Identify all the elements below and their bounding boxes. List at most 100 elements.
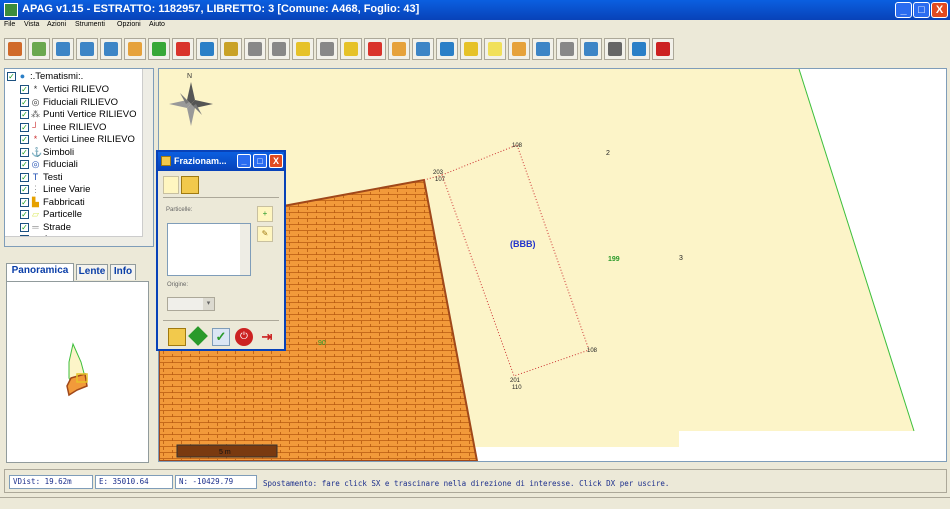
layer-checkbox[interactable]: ✓: [20, 160, 29, 169]
dialog-mode-buttons: [163, 176, 201, 196]
dialog-add-button[interactable]: +: [257, 206, 273, 222]
dialog-parcel-list[interactable]: [167, 223, 251, 276]
layer-label: Fabbricati: [43, 196, 85, 208]
find-button[interactable]: [292, 38, 314, 60]
overview-panel[interactable]: [6, 281, 149, 463]
point-label-108-top: 108: [512, 143, 523, 149]
print-button[interactable]: [604, 38, 626, 60]
title-bar: APAG v1.15 - ESTRATTO: 1182957, LIBRETTO…: [0, 0, 950, 20]
menu-vista[interactable]: Vista: [24, 21, 39, 28]
tools-button[interactable]: [532, 38, 554, 60]
layer-checkbox[interactable]: ✓: [20, 147, 29, 157]
ruler-button[interactable]: [220, 38, 242, 60]
layers-button[interactable]: [340, 38, 362, 60]
dialog-confirm-diamond-button[interactable]: [188, 326, 208, 346]
exit-arrow-icon[interactable]: ⇥: [258, 328, 276, 346]
layer-checkbox[interactable]: ✓: [20, 172, 29, 182]
zoom-out-button[interactable]: [76, 38, 98, 60]
layer-checkbox[interactable]: ✓: [20, 85, 29, 94]
zoom-window-button[interactable]: [100, 38, 122, 60]
select-icon: [464, 42, 478, 56]
color-button[interactable]: [412, 38, 434, 60]
save-button[interactable]: [436, 38, 458, 60]
frame-icon: [560, 42, 574, 56]
dialog-close-button[interactable]: X: [269, 154, 283, 168]
grid-icon: [152, 42, 166, 56]
edit-icon: [392, 42, 406, 56]
zoom-button[interactable]: [4, 38, 26, 60]
table-button[interactable]: [316, 38, 338, 60]
dialog-ok-button[interactable]: ✓: [212, 328, 230, 346]
menu-file[interactable]: File: [4, 21, 15, 28]
layer-label: Simboli: [43, 146, 75, 158]
edit-button[interactable]: [388, 38, 410, 60]
point-label-107: 107: [435, 177, 446, 183]
layer-checkbox[interactable]: ✓: [20, 185, 29, 194]
dialog-minimize-button[interactable]: _: [237, 154, 251, 168]
dialog-new-parcel-button[interactable]: [168, 328, 186, 346]
tree-vertical-scrollbar[interactable]: [142, 69, 153, 246]
maximize-button[interactable]: □: [913, 2, 930, 18]
close-button[interactable]: X: [931, 2, 948, 18]
zoom-extent-button[interactable]: [28, 38, 50, 60]
fullscreen-button[interactable]: [172, 38, 194, 60]
layer-tree: ✓ ● :.Tematismi:. ✓ * Vertici RILIEVO ✓ ◎ Fid…: [4, 68, 154, 247]
point-icon: [368, 42, 382, 56]
layer-checkbox[interactable]: ✓: [20, 97, 29, 107]
menu-opzioni[interactable]: Opzioni: [117, 21, 141, 28]
link-button[interactable]: [268, 38, 290, 60]
pencil-icon: [512, 42, 526, 56]
layer-checkbox[interactable]: ✓: [20, 122, 29, 132]
bottom-border: [0, 497, 950, 509]
power-button[interactable]: [652, 38, 674, 60]
pan-hand-button[interactable]: [124, 38, 146, 60]
layer-checkbox[interactable]: ✓: [20, 197, 29, 207]
ruler-icon: [224, 42, 238, 56]
select-button[interactable]: [460, 38, 482, 60]
layer-label: Linee RILIEVO: [43, 121, 107, 133]
layer-checkbox[interactable]: ✓: [20, 222, 29, 232]
dialog-origin-select[interactable]: ▾: [167, 297, 215, 311]
dialog-list-scrollbar[interactable]: [240, 224, 250, 275]
app-icon: [4, 3, 18, 17]
dialog-edit-button[interactable]: ✎: [257, 226, 273, 242]
grid-check-button[interactable]: [580, 38, 602, 60]
north-label: N: [187, 73, 192, 80]
menu-strumenti[interactable]: Strumenti: [75, 21, 105, 28]
power-icon: [656, 42, 670, 56]
status-east: E: 35010.64: [95, 475, 173, 489]
tab-info[interactable]: Info: [110, 264, 136, 280]
dialog-maximize-button[interactable]: □: [253, 154, 267, 168]
dialog-title-bar[interactable]: Frazionam... _ □ X: [158, 152, 284, 171]
grid-button[interactable]: [148, 38, 170, 60]
power-icon[interactable]: ⏻: [235, 328, 253, 346]
layer-checkbox[interactable]: ✓: [20, 135, 29, 144]
layer-checkbox[interactable]: ✓: [20, 110, 29, 119]
dialog-mode-2-button[interactable]: [181, 176, 199, 194]
tools-icon: [536, 42, 550, 56]
globe-button[interactable]: [196, 38, 218, 60]
stamp-button[interactable]: [244, 38, 266, 60]
minimize-button[interactable]: _: [895, 2, 912, 18]
layer-root-checkbox[interactable]: ✓: [7, 72, 16, 81]
help-button[interactable]: [628, 38, 650, 60]
point-label-203: 203: [433, 170, 444, 176]
menu-azioni[interactable]: Azioni: [47, 21, 66, 28]
zoom-in-button[interactable]: [52, 38, 74, 60]
frame-button[interactable]: [556, 38, 578, 60]
status-vdist: VDist: 19.62m: [9, 475, 93, 489]
layer-label: Strade: [43, 221, 71, 233]
layers-icon: [344, 42, 358, 56]
line-icon: ┘: [32, 121, 39, 132]
dialog-mode-1-button[interactable]: [163, 176, 179, 194]
point-button[interactable]: [364, 38, 386, 60]
highlight-button[interactable]: [484, 38, 506, 60]
menu-aiuto[interactable]: Aiuto: [149, 21, 165, 28]
tab-panoramica[interactable]: Panoramica: [6, 263, 74, 281]
tab-lente[interactable]: Lente: [76, 264, 108, 280]
layer-checkbox[interactable]: ✓: [20, 210, 29, 219]
layer-label: Linee Varie: [43, 184, 91, 195]
asterisk-icon: *: [33, 134, 38, 144]
tree-horizontal-scrollbar[interactable]: [5, 236, 143, 246]
pencil-button[interactable]: [508, 38, 530, 60]
